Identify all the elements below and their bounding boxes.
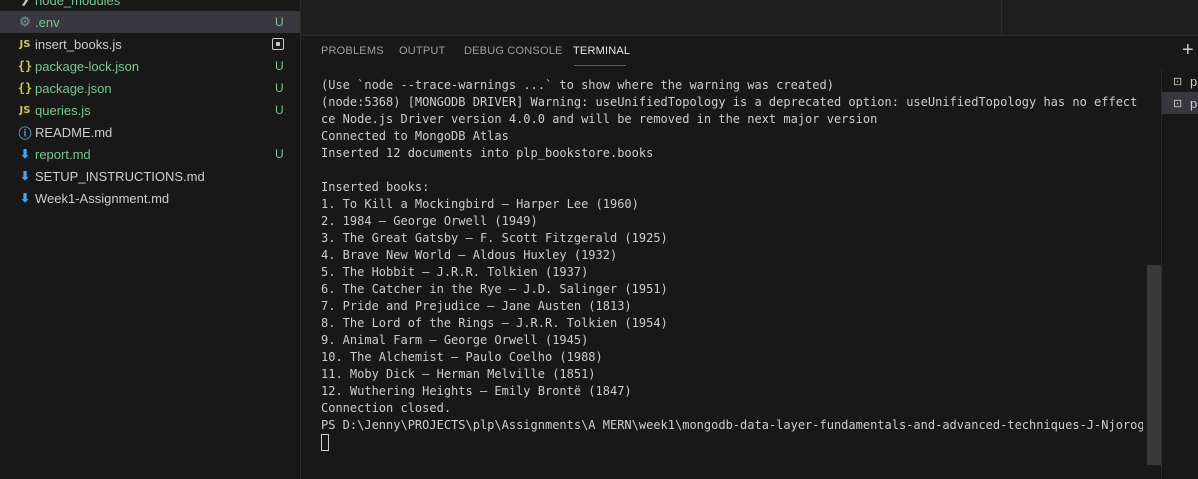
- terminal-scrollbar-thumb[interactable]: [1147, 265, 1161, 465]
- js-icon: JS: [19, 38, 31, 50]
- file-name: queries.js: [35, 102, 91, 118]
- markdown-icon: ⬇: [19, 147, 31, 161]
- file-name: Week1-Assignment.md: [35, 190, 170, 206]
- file-name: README.md: [35, 124, 113, 140]
- explorer-file-item[interactable]: ⚙ .env U: [0, 11, 300, 33]
- explorer-file-item[interactable]: ⬇ SETUP_INSTRUCTIONS.md: [0, 165, 300, 187]
- unsaved-changes-icon: [272, 38, 284, 50]
- terminal-line: 8. The Lord of the Rings — J.R.R. Tolkie…: [321, 316, 668, 330]
- terminal-line: ce Node.js Driver version 4.0.0 and will…: [321, 112, 878, 126]
- terminal-line: 5. The Hobbit — J.R.R. Tolkien (1937): [321, 265, 589, 279]
- editor-area: [301, 0, 1198, 36]
- terminal-line: 3. The Great Gatsby — F. Scott Fitzgeral…: [321, 231, 668, 245]
- js-icon: JS: [19, 104, 31, 116]
- explorer-file-item[interactable]: ⬇ report.md U: [0, 143, 300, 165]
- terminal-line: Connection closed.: [321, 401, 452, 415]
- file-name: SETUP_INSTRUCTIONS.md: [35, 168, 205, 184]
- json-icon: {}: [17, 59, 33, 73]
- terminal-list-item[interactable]: ⊡ p: [1162, 70, 1198, 92]
- terminal-line: 9. Animal Farm — George Orwell (1945): [321, 333, 589, 347]
- terminal-line: 7. Pride and Prejudice — Jane Austen (18…: [321, 299, 632, 313]
- tab-terminal[interactable]: TERMINAL: [573, 45, 630, 57]
- git-status-badge: U: [275, 103, 284, 117]
- git-status-badge: U: [275, 147, 284, 161]
- markdown-icon: ⬇: [19, 169, 31, 183]
- explorer-file-item[interactable]: JS queries.js U: [0, 99, 300, 121]
- file-name: package-lock.json: [35, 58, 140, 74]
- explorer-file-item[interactable]: {} package.json U: [0, 77, 300, 99]
- file-name: package.json: [35, 80, 112, 96]
- terminal-line: Inserted 12 documents into plp_bookstore…: [321, 146, 654, 160]
- terminal-list-label: p: [1190, 73, 1198, 89]
- tab-problems[interactable]: PROBLEMS: [321, 45, 384, 57]
- active-tab-indicator: [574, 65, 626, 66]
- terminal-line: 2. 1984 — George Orwell (1949): [321, 214, 538, 228]
- explorer-file-item[interactable]: ❯ node_modules: [0, 0, 300, 11]
- explorer-sidebar: ❯ node_modules ⚙ .env U JS insert_books.js{} pa…: [0, 0, 301, 479]
- explorer-file-item[interactable]: JS insert_books.js: [0, 33, 300, 55]
- terminal-line: 12. Wuthering Heights — Emily Brontë (18…: [321, 384, 632, 398]
- terminal-output[interactable]: (Use `node --trace-warnings ...` to show…: [321, 77, 1143, 477]
- terminal-line: 6. The Catcher in the Rye — J.D. Salinge…: [321, 282, 668, 296]
- json-icon: {}: [17, 81, 33, 95]
- file-name: node_modules: [35, 0, 121, 8]
- explorer-file-item[interactable]: ⬇ Week1-Assignment.md: [0, 187, 300, 209]
- terminal-line: 4. Brave New World — Aldous Huxley (1932…: [321, 248, 618, 262]
- panel-tab-bar: PROBLEMS OUTPUT DEBUG CONSOLE TERMINAL: [301, 36, 1161, 70]
- terminal-icon: ⊡: [1173, 76, 1183, 88]
- file-name: .env: [35, 14, 60, 30]
- explorer-file-item[interactable]: {} package-lock.json U: [0, 55, 300, 77]
- terminal-list-item[interactable]: ⊡ p: [1162, 92, 1198, 114]
- debug-terminal-icon: ⊡: [1173, 98, 1183, 110]
- gear-icon: ⚙: [19, 14, 31, 29]
- info-icon: ⓘ: [18, 125, 32, 141]
- terminal-list-label: p: [1190, 95, 1198, 111]
- explorer-file-item[interactable]: ⓘ README.md: [0, 121, 300, 143]
- markdown-icon: ⬇: [19, 191, 31, 205]
- terminal-line: PS D:\Jenny\PROJECTS\plp\Assignments\A M…: [321, 418, 1143, 432]
- terminal-line: (node:5368) [MONGODB DRIVER] Warning: us…: [321, 95, 1143, 109]
- new-terminal-plus-icon[interactable]: +: [1182, 40, 1194, 60]
- terminal-line: Inserted books:: [321, 180, 430, 194]
- terminal-line: (Use `node --trace-warnings ...` to show…: [321, 78, 834, 92]
- terminal-list: ⊡ p ⊡ p: [1161, 70, 1198, 479]
- git-status-badge: U: [275, 59, 284, 73]
- terminal-line: 1. To Kill a Mockingbird — Harper Lee (1…: [321, 197, 639, 211]
- tab-debug-console[interactable]: DEBUG CONSOLE: [464, 45, 563, 57]
- editor-group-divider: [1001, 0, 1002, 35]
- chevron-right-icon: ❯: [20, 0, 30, 6]
- file-name: report.md: [35, 146, 91, 162]
- git-status-badge: U: [275, 81, 284, 95]
- terminal-line: 10. The Alchemist — Paulo Coelho (1988): [321, 350, 603, 364]
- file-name: insert_books.js: [35, 36, 122, 52]
- git-status-badge: U: [275, 15, 284, 29]
- terminal-cursor: [321, 434, 329, 451]
- terminal-line: Connected to MongoDB Atlas: [321, 129, 509, 143]
- tab-output[interactable]: OUTPUT: [399, 45, 445, 57]
- terminal-line: 11. Moby Dick — Herman Melville (1851): [321, 367, 596, 381]
